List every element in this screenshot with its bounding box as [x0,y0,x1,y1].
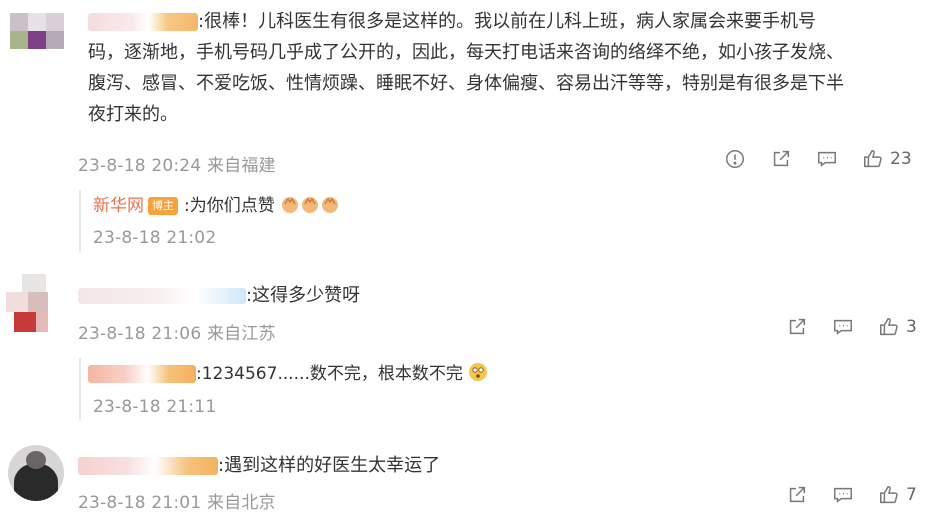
username-blurred[interactable] [78,457,218,475]
comment-timestamp: 23-8-18 21:01 来自北京 [78,493,276,513]
like-icon [864,150,882,168]
surprised-emoji [469,363,488,381]
clap-emoji [322,197,339,213]
comment-actions: 3 [786,316,917,338]
share-icon [789,318,806,335]
author-badge: 博主 [148,197,178,215]
comment-button[interactable] [832,316,854,338]
reply-timestamp: 23-8-18 21:02 [93,228,217,248]
username-blurred[interactable] [78,288,246,304]
like-icon [880,486,898,504]
avatar[interactable] [0,272,64,336]
comment-icon [834,487,852,503]
avatar[interactable] [0,5,64,69]
comment-icon [834,319,852,335]
comment-button[interactable] [832,484,854,506]
comment-actions: 23 [724,148,912,170]
reply-body: :1234567......数不完，根本数不完 [88,359,488,390]
username-blurred[interactable] [88,13,198,31]
username-blurred[interactable] [88,365,196,383]
comment-body: :这得多少赞呀 [78,280,360,311]
share-button[interactable] [770,148,792,170]
share-button[interactable] [786,484,808,506]
reply-timestamp: 23-8-18 21:11 [93,397,217,417]
avatar[interactable] [8,445,64,501]
like-button[interactable]: 3 [878,316,917,338]
share-icon [789,486,806,503]
reply-author[interactable]: 新华网 [93,196,144,216]
reply-divider [79,358,81,420]
comment-button[interactable] [816,148,838,170]
like-button[interactable]: 23 [862,148,912,170]
like-count: 23 [890,149,912,169]
share-icon [773,150,790,167]
reply-body: 新华网 博主:为你们点赞 [93,191,340,222]
report-button[interactable] [724,148,746,170]
like-icon [880,318,898,336]
comment-body: :遇到这样的好医生太幸运了 [78,450,440,481]
comment-icon [818,151,836,167]
comment-actions: 7 [786,484,917,506]
reply-divider [79,190,81,252]
clap-emoji [282,197,299,213]
comment-body: :很棒！儿科医生有很多是这样的。我以前在儿科上班，病人家属会来要手机号 码，逐渐… [88,11,844,125]
comment-timestamp: 23-8-18 20:24 来自福建 [78,156,276,176]
comment-timestamp: 23-8-18 21:06 来自江苏 [78,324,276,344]
clap-emoji [302,197,319,213]
like-count: 7 [906,485,917,505]
report-icon [726,150,744,168]
like-count: 3 [906,317,917,337]
share-button[interactable] [786,316,808,338]
like-button[interactable]: 7 [878,484,917,506]
